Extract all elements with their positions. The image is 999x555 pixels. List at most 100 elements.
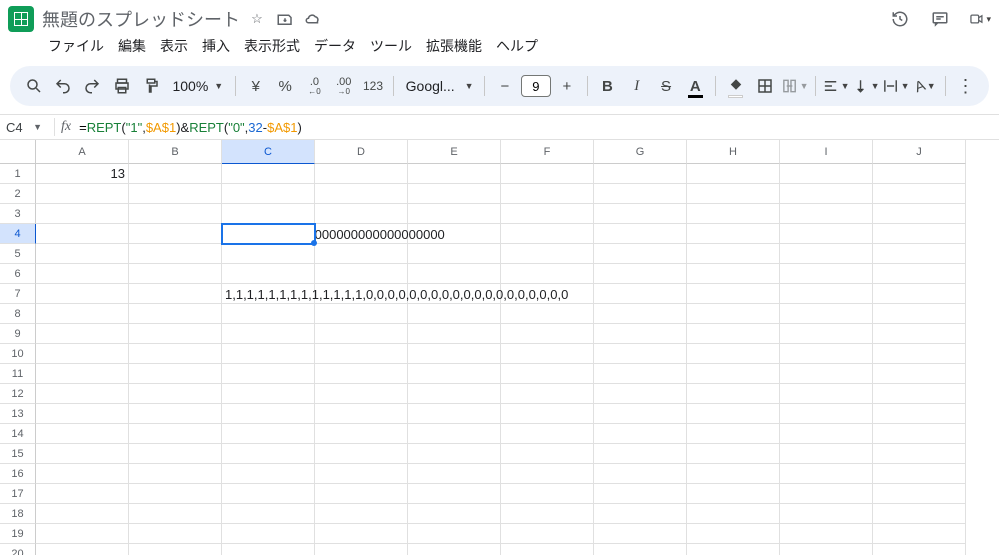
cell-J4[interactable] bbox=[873, 224, 966, 244]
cell-H9[interactable] bbox=[687, 324, 780, 344]
row-header-14[interactable]: 14 bbox=[0, 424, 36, 444]
cell-A20[interactable] bbox=[36, 544, 129, 555]
cell-G11[interactable] bbox=[594, 364, 687, 384]
cell-E7[interactable] bbox=[408, 284, 501, 304]
increase-font-button[interactable]: + bbox=[553, 72, 581, 100]
cell-E6[interactable] bbox=[408, 264, 501, 284]
cell-I5[interactable] bbox=[780, 244, 873, 264]
cell-A4[interactable] bbox=[36, 224, 129, 244]
cell-I15[interactable] bbox=[780, 444, 873, 464]
cell-D1[interactable] bbox=[315, 164, 408, 184]
cell-G18[interactable] bbox=[594, 504, 687, 524]
row-header-20[interactable]: 20 bbox=[0, 544, 36, 555]
cell-F8[interactable] bbox=[501, 304, 594, 324]
font-select[interactable]: Googl...▼ bbox=[400, 78, 478, 94]
h-align-button[interactable]: ▼ bbox=[822, 72, 850, 100]
cell-H13[interactable] bbox=[687, 404, 780, 424]
cell-B10[interactable] bbox=[129, 344, 222, 364]
more-button[interactable]: ⋮ bbox=[952, 72, 979, 100]
cell-H5[interactable] bbox=[687, 244, 780, 264]
cell-B20[interactable] bbox=[129, 544, 222, 555]
cell-H18[interactable] bbox=[687, 504, 780, 524]
italic-button[interactable]: I bbox=[623, 72, 650, 100]
cell-E9[interactable] bbox=[408, 324, 501, 344]
cell-F3[interactable] bbox=[501, 204, 594, 224]
cell-E13[interactable] bbox=[408, 404, 501, 424]
cell-A13[interactable] bbox=[36, 404, 129, 424]
cell-C19[interactable] bbox=[222, 524, 315, 544]
cell-C14[interactable] bbox=[222, 424, 315, 444]
cell-B15[interactable] bbox=[129, 444, 222, 464]
cell-H16[interactable] bbox=[687, 464, 780, 484]
cell-H2[interactable] bbox=[687, 184, 780, 204]
cell-G1[interactable] bbox=[594, 164, 687, 184]
formula-input[interactable]: =REPT("1",$A$1)&REPT("0",32-$A$1) bbox=[79, 120, 302, 135]
cell-F7[interactable] bbox=[501, 284, 594, 304]
cell-A1[interactable]: 13 bbox=[36, 164, 129, 184]
cell-D17[interactable] bbox=[315, 484, 408, 504]
row-header-6[interactable]: 6 bbox=[0, 264, 36, 284]
cell-D13[interactable] bbox=[315, 404, 408, 424]
cell-I6[interactable] bbox=[780, 264, 873, 284]
row-header-15[interactable]: 15 bbox=[0, 444, 36, 464]
cell-H20[interactable] bbox=[687, 544, 780, 555]
col-header-H[interactable]: H bbox=[687, 140, 780, 164]
cell-D10[interactable] bbox=[315, 344, 408, 364]
move-icon[interactable] bbox=[276, 10, 294, 28]
cell-A12[interactable] bbox=[36, 384, 129, 404]
currency-button[interactable]: ¥ bbox=[242, 72, 269, 100]
cell-J12[interactable] bbox=[873, 384, 966, 404]
cell-I1[interactable] bbox=[780, 164, 873, 184]
cell-B11[interactable] bbox=[129, 364, 222, 384]
cell-D4[interactable] bbox=[315, 224, 408, 244]
cell-C16[interactable] bbox=[222, 464, 315, 484]
row-header-2[interactable]: 2 bbox=[0, 184, 36, 204]
col-header-J[interactable]: J bbox=[873, 140, 966, 164]
cell-A17[interactable] bbox=[36, 484, 129, 504]
cell-H15[interactable] bbox=[687, 444, 780, 464]
cell-I16[interactable] bbox=[780, 464, 873, 484]
cell-J5[interactable] bbox=[873, 244, 966, 264]
cell-G8[interactable] bbox=[594, 304, 687, 324]
cell-E11[interactable] bbox=[408, 364, 501, 384]
cell-G17[interactable] bbox=[594, 484, 687, 504]
cell-A6[interactable] bbox=[36, 264, 129, 284]
cell-F15[interactable] bbox=[501, 444, 594, 464]
select-all-corner[interactable] bbox=[0, 140, 36, 164]
cell-E10[interactable] bbox=[408, 344, 501, 364]
cell-E19[interactable] bbox=[408, 524, 501, 544]
cell-E8[interactable] bbox=[408, 304, 501, 324]
cell-H1[interactable] bbox=[687, 164, 780, 184]
doc-title[interactable]: 無題のスプレッドシート bbox=[42, 6, 240, 32]
col-header-A[interactable]: A bbox=[36, 140, 129, 164]
cell-J8[interactable] bbox=[873, 304, 966, 324]
cell-H14[interactable] bbox=[687, 424, 780, 444]
increase-decimal-button[interactable]: .00→0 bbox=[330, 72, 357, 100]
cell-F17[interactable] bbox=[501, 484, 594, 504]
cell-B1[interactable] bbox=[129, 164, 222, 184]
cell-C6[interactable] bbox=[222, 264, 315, 284]
cell-C9[interactable] bbox=[222, 324, 315, 344]
cell-J11[interactable] bbox=[873, 364, 966, 384]
cell-F4[interactable] bbox=[501, 224, 594, 244]
cell-D14[interactable] bbox=[315, 424, 408, 444]
history-icon[interactable] bbox=[889, 8, 911, 30]
cell-C18[interactable] bbox=[222, 504, 315, 524]
row-header-11[interactable]: 11 bbox=[0, 364, 36, 384]
cell-C11[interactable] bbox=[222, 364, 315, 384]
cell-F5[interactable] bbox=[501, 244, 594, 264]
cell-I13[interactable] bbox=[780, 404, 873, 424]
cell-E20[interactable] bbox=[408, 544, 501, 555]
cell-I3[interactable] bbox=[780, 204, 873, 224]
number-format-button[interactable]: 123 bbox=[359, 72, 386, 100]
cell-J16[interactable] bbox=[873, 464, 966, 484]
cell-C7[interactable] bbox=[222, 284, 315, 304]
row-header-5[interactable]: 5 bbox=[0, 244, 36, 264]
cell-C4[interactable] bbox=[222, 224, 315, 244]
cell-B7[interactable] bbox=[129, 284, 222, 304]
cell-G5[interactable] bbox=[594, 244, 687, 264]
cell-D9[interactable] bbox=[315, 324, 408, 344]
cell-B13[interactable] bbox=[129, 404, 222, 424]
cell-J9[interactable] bbox=[873, 324, 966, 344]
cell-C15[interactable] bbox=[222, 444, 315, 464]
